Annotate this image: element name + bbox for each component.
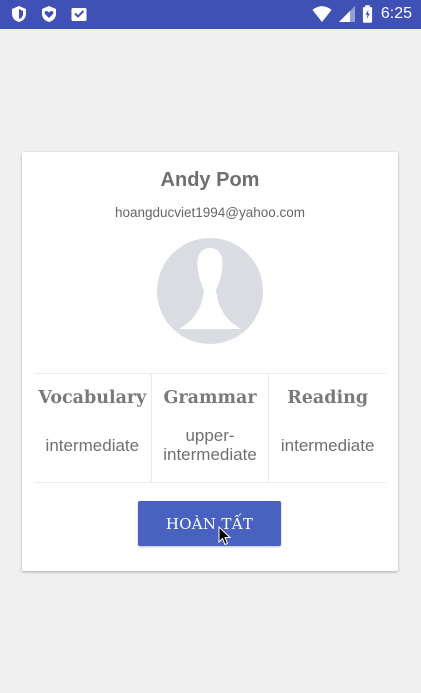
avatar-placeholder-icon (179, 248, 241, 329)
profile-name: Andy Pom (160, 169, 260, 191)
skill-level: upper-intermediate (163, 426, 257, 464)
done-button[interactable]: HOÀN TẤT (138, 501, 281, 546)
skill-vocabulary: Vocabulary intermediate (34, 374, 151, 482)
heart-shield-icon (42, 6, 56, 22)
skills-table: Vocabulary intermediate Grammar upper-in… (34, 373, 386, 483)
skill-reading: Reading intermediate (268, 374, 386, 482)
skill-title: Grammar (163, 388, 257, 408)
clock: 6:25 (380, 5, 412, 22)
status-bar: 6:25 (0, 0, 421, 29)
inbox-check-icon (71, 8, 87, 21)
shield-icon (12, 6, 26, 22)
system-icons: 6:25 (312, 4, 412, 24)
profile-card: Andy Pom hoangducviet1994@yahoo.com Voca… (22, 152, 398, 571)
mouse-cursor-icon (218, 526, 232, 546)
skill-level: intermediate (45, 435, 140, 455)
avatar[interactable] (157, 238, 263, 344)
skill-title: Reading (287, 388, 369, 408)
skill-title: Vocabulary (38, 388, 147, 408)
skill-grammar: Grammar upper-intermediate (150, 374, 269, 482)
notification-icons (10, 5, 88, 23)
wifi-icon (312, 6, 332, 22)
profile-email: hoangducviet1994@yahoo.com (114, 205, 306, 220)
battery-icon (362, 5, 372, 23)
skill-level: intermediate (280, 435, 375, 455)
signal-icon (338, 6, 355, 22)
